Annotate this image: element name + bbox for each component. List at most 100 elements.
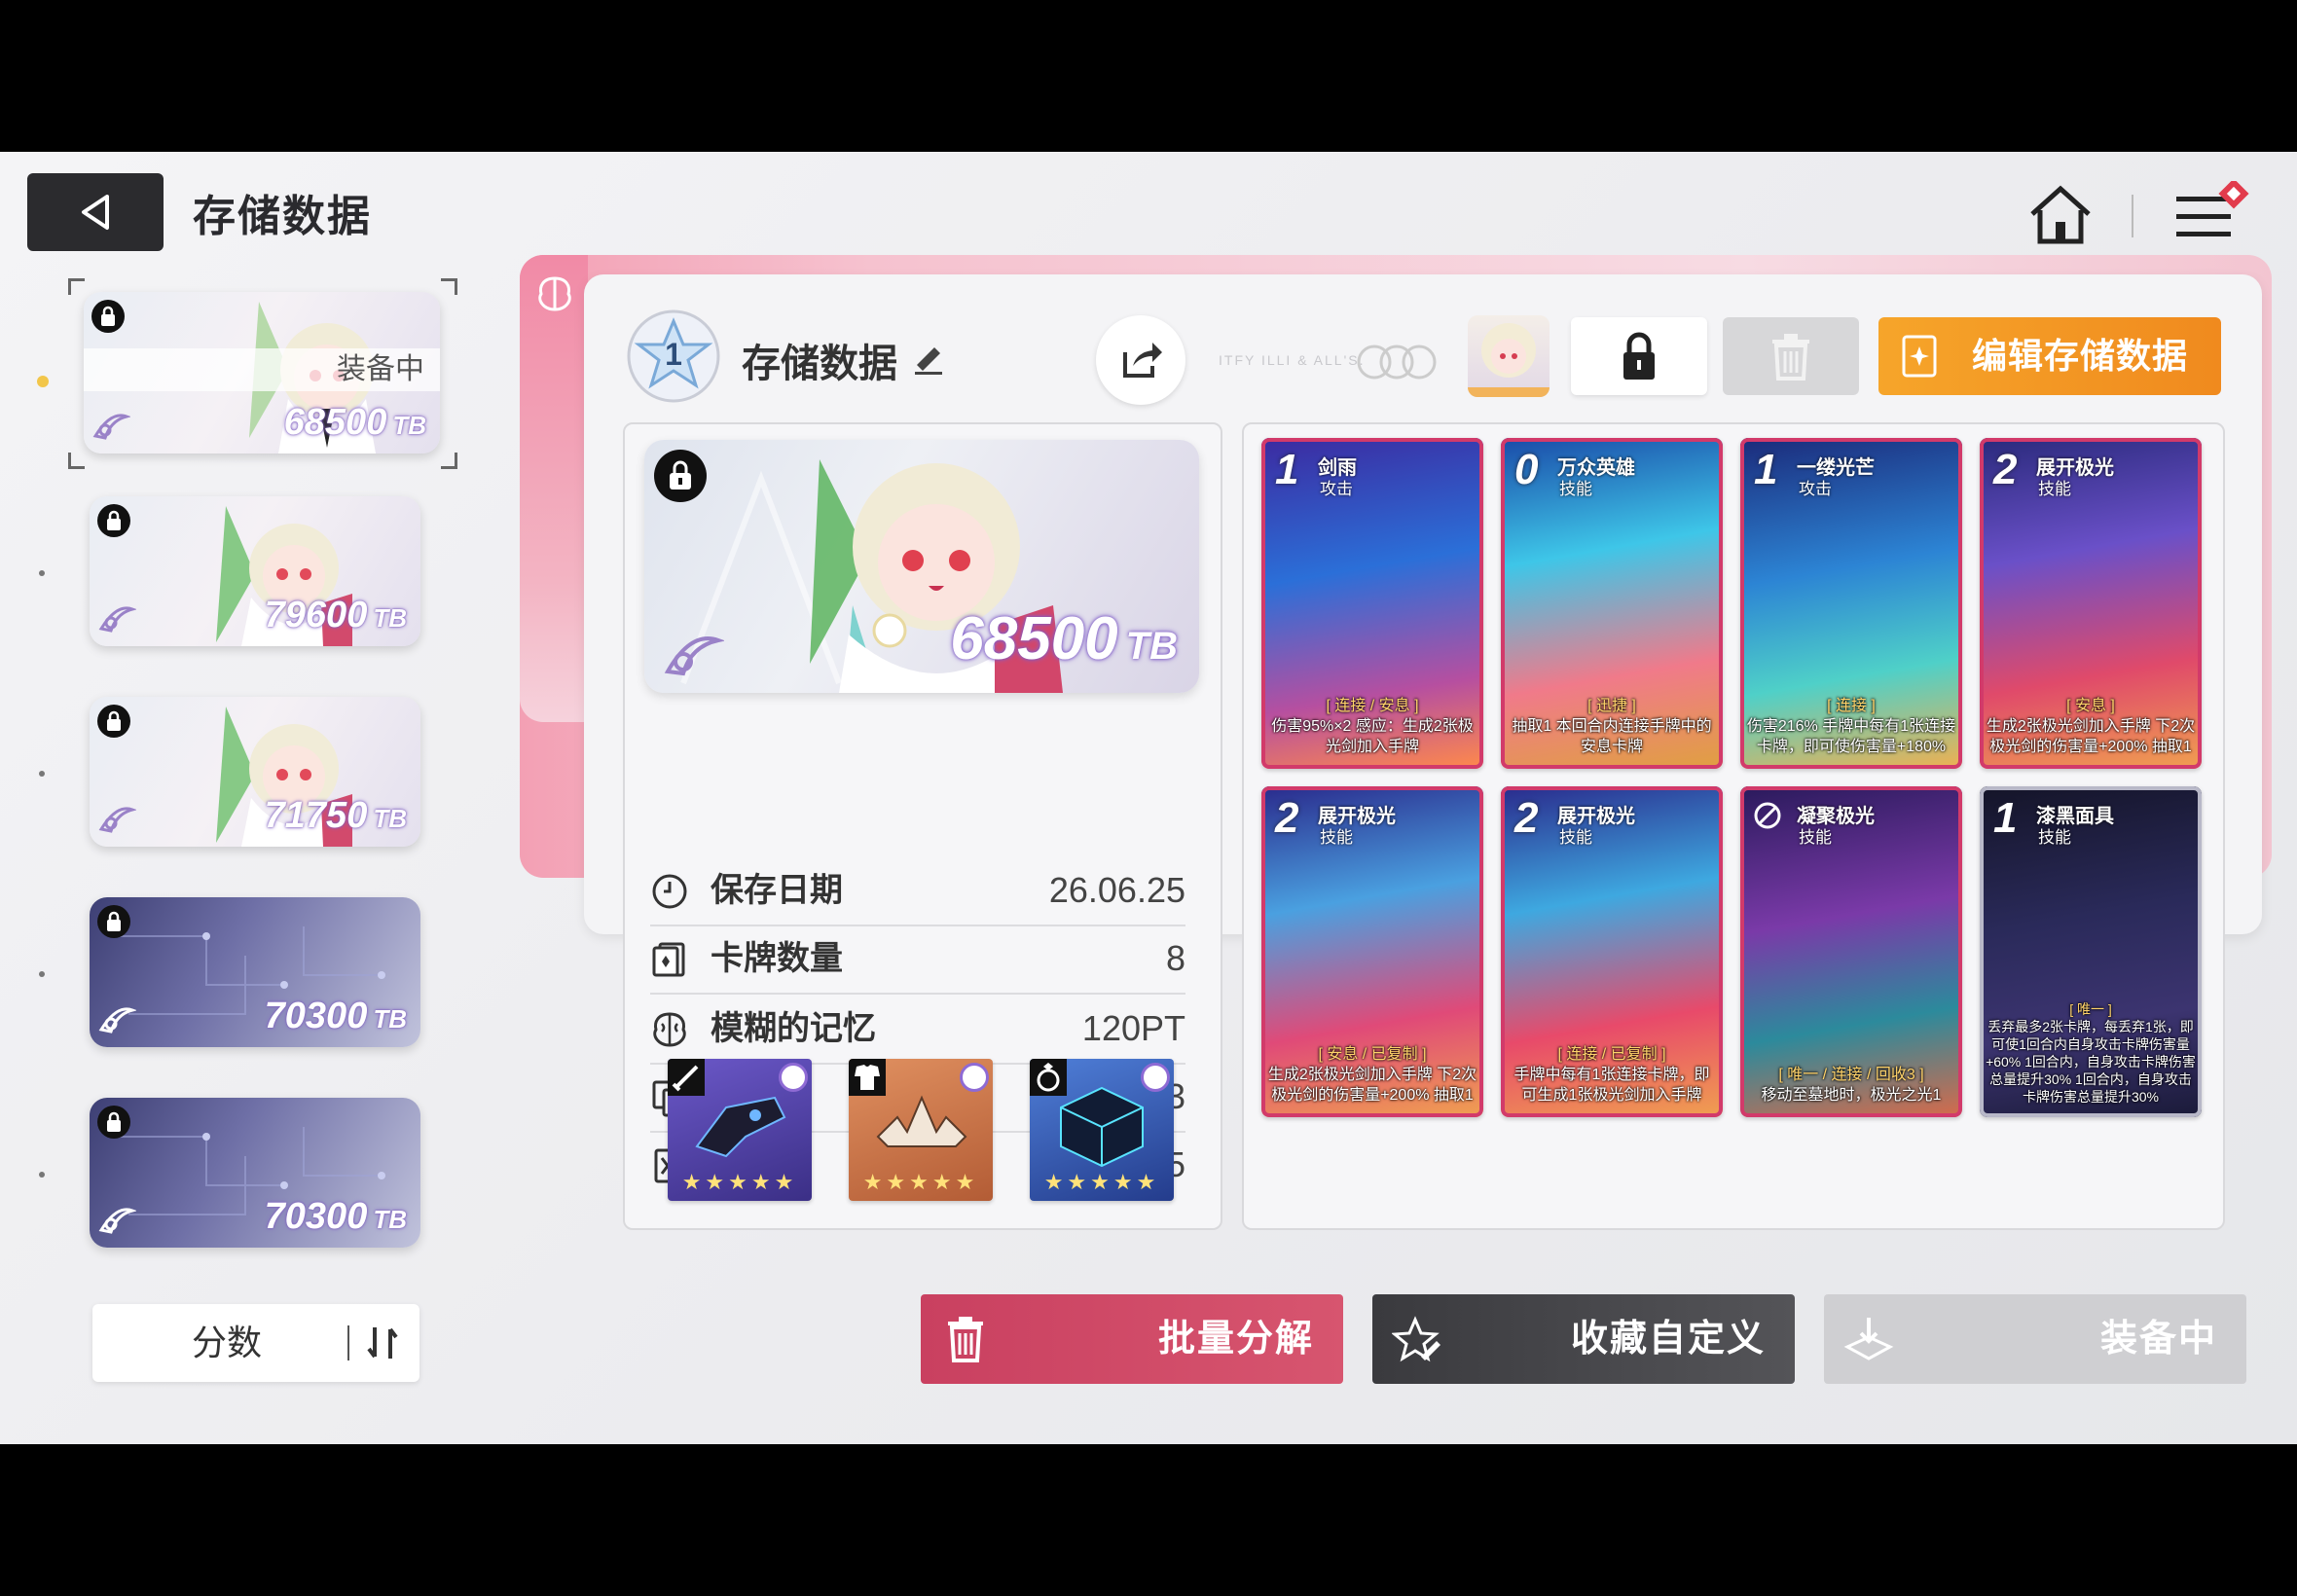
- rail-dot: [39, 971, 45, 977]
- favorite-custom-label: 收藏自定义: [1570, 1319, 1766, 1360]
- stat-fuzzy-memory: 模糊的记忆 120PT: [650, 995, 1185, 1065]
- back-arrow-icon: [82, 195, 109, 230]
- deck-card[interactable]: 凝聚极光 技能 [ 唯一 / 连接 / 回收3 ] 移动至墓地时，极光之光1: [1740, 786, 1962, 1117]
- card-type: 技能: [2038, 828, 2071, 847]
- unplayable-icon: [1754, 802, 1781, 829]
- header-divider: [2132, 195, 2133, 237]
- gear-stars: ★★★★★: [1043, 1170, 1160, 1194]
- equip-label: 装备中: [2099, 1319, 2217, 1360]
- deck-card[interactable]: 1 剑雨 攻击 [ 连接 / 安息 ] 伤害95%×2 感应：生成2张极光剑加入手…: [1261, 438, 1483, 769]
- save-slot-3[interactable]: 71750 TB: [90, 697, 420, 847]
- equip-button[interactable]: 装备中: [1824, 1294, 2246, 1384]
- decorative-rings: [1357, 345, 1437, 380]
- share-icon: [1123, 343, 1162, 378]
- card-description: [ 迅捷 ] 抽取1 本回合内连接手牌中的安息卡牌: [1512, 698, 1712, 755]
- rail-indicator: [37, 376, 49, 387]
- decorative-text: ITFY ILLI & ALL'S.: [1219, 352, 1366, 368]
- edit-card-icon: [1902, 335, 1937, 378]
- favorite-custom-button[interactable]: 收藏自定义: [1372, 1294, 1795, 1384]
- brain-icon: [653, 1012, 686, 1047]
- menu-icon[interactable]: [2172, 181, 2250, 249]
- edit-storage-button[interactable]: 编辑存储数据: [1878, 317, 2221, 395]
- gear-slot-accessory[interactable]: ★★★★★: [1030, 1059, 1174, 1201]
- hero-score: 68500 TB: [950, 605, 1178, 672]
- emblem-icon: [98, 1208, 136, 1234]
- card-cost: 1: [1993, 794, 2018, 842]
- card-type: 技能: [1799, 828, 1832, 847]
- panel-accent-side: [520, 255, 588, 722]
- card-type: 技能: [1559, 828, 1592, 847]
- equipped-band: 装备中: [84, 348, 440, 391]
- card-cost: 1: [1275, 446, 1299, 493]
- card-description: [ 连接 / 安息 ] 伤害95%×2 感应：生成2张极光剑加入手牌: [1271, 698, 1474, 755]
- equip-icon: [1843, 1318, 1894, 1360]
- save-score: 70300 TB: [264, 1196, 407, 1237]
- card-icon: [652, 942, 685, 977]
- lock-icon: [1623, 332, 1655, 380]
- clock-icon: [652, 874, 687, 909]
- trash-icon: [948, 1317, 983, 1362]
- save-slot-5[interactable]: 70300 TB: [90, 1098, 420, 1248]
- screen: 存储数据 装备中 68500 TB 79600 TB 71750 TB 7030…: [0, 152, 2297, 1444]
- sort-control[interactable]: 分数: [92, 1304, 419, 1382]
- sort-label: 分数: [191, 1323, 262, 1362]
- card-cost: 2: [1275, 794, 1299, 842]
- rail-dot: [39, 771, 45, 777]
- hero-banner: 68500 TB: [644, 440, 1199, 693]
- card-description: [ 唯一 / 连接 / 回收3 ] 移动至墓地时，极光之光1: [1761, 1067, 1942, 1104]
- save-score: 71750 TB: [264, 795, 407, 836]
- card-description: [ 连接 ] 伤害216% 手牌中每有1张连接卡牌，即可使伤害量+180%: [1746, 698, 1956, 755]
- card-description: [ 唯一 ] 丢弃最多2张卡牌，每丢弃1张，即可使1回合内自身攻击卡牌伤害量+60…: [1986, 1001, 2196, 1105]
- deck-card[interactable]: 2 展开极光 技能 [ 安息 / 已复制 ] 生成2张极光剑加入手牌 下2次极光剑…: [1261, 786, 1483, 1117]
- deck-card[interactable]: 0 万众英雄 技能 [ 迅捷 ] 抽取1 本回合内连接手牌中的安息卡牌: [1501, 438, 1723, 769]
- card-type: 技能: [2038, 480, 2071, 498]
- sort-order-icon[interactable]: [363, 1324, 402, 1362]
- card-type: 技能: [1559, 480, 1592, 498]
- sort-divider: [347, 1325, 349, 1360]
- save-slot-4[interactable]: 70300 TB: [90, 897, 420, 1047]
- emblem-icon: [98, 1007, 136, 1034]
- card-description: [ 安息 / 已复制 ] 生成2张极光剑加入手牌 下2次极光剑的伤害量+200% …: [1267, 1046, 1477, 1104]
- rank-number: 1: [665, 337, 682, 372]
- deck-card[interactable]: 1 一缕光芒 攻击 [ 连接 ] 伤害216% 手牌中每有1张连接卡牌，即可使伤害…: [1740, 438, 1962, 769]
- deck-card[interactable]: 2 展开极光 技能 [ 连接 / 已复制 ] 手牌中每有1张连接卡牌，即可生成1张…: [1501, 786, 1723, 1117]
- back-button[interactable]: [27, 173, 164, 251]
- rail-dot: [39, 1172, 45, 1178]
- home-icon[interactable]: [2026, 181, 2095, 249]
- character-avatar[interactable]: [1468, 315, 1550, 397]
- card-type: 攻击: [1320, 480, 1353, 498]
- card-cost: 2: [1993, 446, 2018, 493]
- bulk-dismantle-button[interactable]: 批量分解: [921, 1294, 1343, 1384]
- card-cost: 2: [1514, 794, 1539, 842]
- save-score: 70300 TB: [264, 996, 407, 1036]
- lock-icon[interactable]: [97, 705, 130, 738]
- save-score: 79600 TB: [264, 595, 407, 635]
- crown-icon: [876, 1095, 967, 1147]
- gauntlet-icon: [695, 1096, 786, 1158]
- rail-dot: [39, 570, 45, 576]
- edit-storage-label: 编辑存储数据: [1972, 336, 2189, 376]
- card-type: 攻击: [1799, 480, 1832, 498]
- save-slot-1[interactable]: 装备中 68500 TB: [84, 292, 440, 453]
- hero-lock-icon[interactable]: [654, 450, 707, 502]
- rename-pencil-icon[interactable]: [911, 340, 946, 375]
- deck-card[interactable]: 2 展开极光 技能 [ 安息 ] 生成2张极光剑加入手牌 下2次极光剑的伤害量+2…: [1980, 438, 2202, 769]
- lock-icon[interactable]: [97, 905, 130, 938]
- lock-icon[interactable]: [97, 1106, 130, 1139]
- deck-card[interactable]: 1 漆黑面具 技能 [ 唯一 ] 丢弃最多2张卡牌，每丢弃1张，即可使1回合内自身…: [1980, 786, 2202, 1117]
- stat-card-count: 卡牌数量 8: [650, 925, 1185, 995]
- lock-button[interactable]: [1571, 317, 1707, 395]
- bulk-dismantle-label: 批量分解: [1157, 1319, 1314, 1360]
- cube-icon: [1060, 1086, 1144, 1168]
- gear-slot-armor[interactable]: ★★★★★: [849, 1059, 993, 1201]
- lock-icon[interactable]: [97, 504, 130, 537]
- lock-icon[interactable]: [91, 300, 125, 333]
- brain-icon: [538, 276, 571, 311]
- stat-save-date: 保存日期 26.06.25: [650, 856, 1185, 926]
- gear-slot-weapon[interactable]: ★★★★★: [668, 1059, 812, 1201]
- save-slot-2[interactable]: 79600 TB: [90, 496, 420, 646]
- delete-button[interactable]: [1723, 317, 1859, 395]
- avatar-image: [1468, 323, 1550, 397]
- emblem-icon: [98, 807, 136, 833]
- share-button[interactable]: [1096, 315, 1185, 405]
